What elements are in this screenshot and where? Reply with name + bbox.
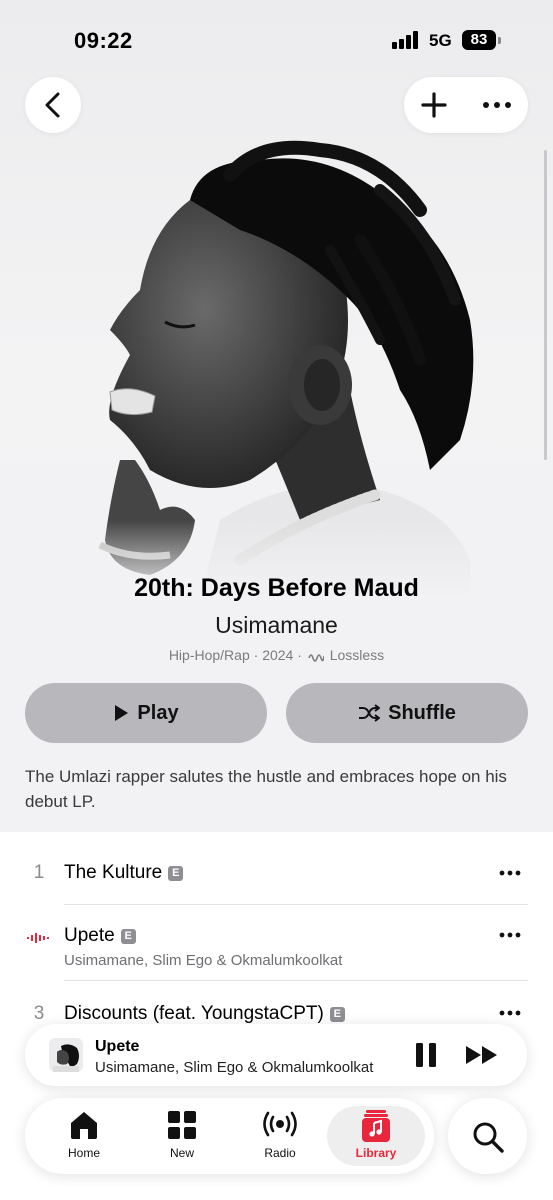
ellipsis-icon[interactable] — [499, 870, 521, 876]
shuffle-icon — [359, 704, 381, 722]
search-button[interactable] — [448, 1098, 527, 1174]
track-number: 3 — [33, 1003, 45, 1024]
network-type: 5G — [429, 31, 452, 50]
explicit-badge: E — [120, 929, 136, 944]
status-time: 09:22 — [74, 28, 133, 53]
track-title: Upete E — [64, 925, 136, 947]
mini-player[interactable]: Upete Usimamane, Slim Ego & Okmalumkoolk… — [25, 1024, 527, 1086]
ellipsis-icon[interactable] — [499, 1010, 521, 1016]
battery-icon: 83 — [462, 30, 496, 50]
artwork-thumbnail-icon — [53, 1044, 79, 1072]
ellipsis-icon[interactable] — [482, 97, 512, 113]
track-title-text: The Kulture — [64, 862, 163, 883]
row-divider — [64, 904, 528, 905]
home-icon — [71, 1112, 97, 1139]
header-actions — [404, 77, 528, 133]
play-label: Play — [137, 701, 179, 724]
bottom-edge — [0, 1186, 553, 1200]
tab-home[interactable]: Home — [35, 1106, 133, 1166]
search-icon — [473, 1122, 504, 1153]
track-title: The Kulture E — [64, 862, 184, 884]
tab-library[interactable]: Library — [327, 1106, 425, 1166]
status-bar: 09:22 5G 83 — [0, 0, 553, 70]
mini-player-artists: Usimamane, Slim Ego & Okmalumkoolkat — [95, 1059, 374, 1076]
tab-new[interactable]: New — [133, 1106, 231, 1166]
tab-bar: Home New Radio Library — [25, 1098, 434, 1174]
grid-icon — [168, 1111, 196, 1139]
play-button[interactable]: Play — [25, 683, 267, 743]
mini-player-title: Upete — [95, 1038, 140, 1055]
track-title-text: Discounts (feat. YoungstaCPT) — [64, 1003, 324, 1024]
battery-cap — [498, 37, 501, 44]
row-divider — [64, 980, 528, 981]
now-playing-waveform-icon — [27, 933, 49, 943]
tab-label: Library — [355, 1146, 397, 1160]
ellipsis-icon[interactable] — [499, 932, 521, 938]
tab-label: Home — [67, 1146, 100, 1160]
chevron-left-icon — [45, 92, 60, 118]
track-title: Discounts (feat. YoungstaCPT) E — [64, 1003, 345, 1025]
tab-radio[interactable]: Radio — [231, 1106, 329, 1166]
album-page: 09:22 5G 83 20th: Days Before Maud Usima… — [0, 0, 553, 1200]
album-quality: Lossless — [329, 647, 385, 663]
track-artists: Usimamane, Slim Ego & Okmalumkoolkat — [64, 952, 343, 969]
pause-icon[interactable] — [414, 1042, 438, 1068]
track-row-1[interactable]: 1 The Kulture E — [0, 832, 553, 906]
album-year: 2024 — [262, 647, 294, 663]
tab-label: Radio — [264, 1146, 296, 1160]
album-meta: Hip-Hop/Rap · 2024 · Lossless — [168, 647, 385, 663]
scroll-indicator[interactable] — [544, 150, 547, 460]
explicit-badge: E — [329, 1007, 345, 1022]
play-icon — [115, 705, 129, 721]
track-row-2[interactable]: Upete E Usimamane, Slim Ego & Okmalumkool… — [0, 906, 553, 982]
tab-label: New — [169, 1146, 194, 1160]
album-artist[interactable]: Usimamane — [0, 612, 553, 639]
back-button[interactable] — [25, 77, 81, 133]
plus-icon[interactable] — [420, 91, 448, 119]
battery-level: 83 — [470, 31, 488, 48]
shuffle-button[interactable]: Shuffle — [286, 683, 528, 743]
lossless-icon — [308, 654, 324, 662]
shuffle-label: Shuffle — [388, 701, 456, 724]
explicit-badge: E — [168, 866, 184, 881]
album-description[interactable]: The Umlazi rapper salutes the hustle and… — [25, 764, 530, 814]
cellular-signal-icon — [392, 31, 420, 49]
album-title: 20th: Days Before Maud — [134, 574, 419, 602]
radio-icon — [263, 1111, 297, 1137]
library-icon — [362, 1110, 390, 1142]
track-title-text: Upete — [64, 925, 115, 946]
fast-forward-icon[interactable] — [465, 1044, 499, 1066]
album-genre: Hip-Hop/Rap — [168, 647, 250, 663]
mini-player-artwork — [49, 1038, 83, 1072]
track-number: 1 — [33, 862, 45, 883]
